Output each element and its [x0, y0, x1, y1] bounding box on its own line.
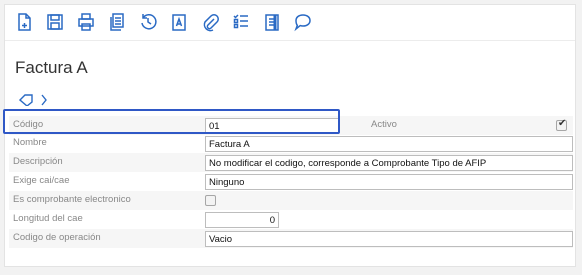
- view-button[interactable]: [261, 11, 283, 33]
- print-icon: [78, 13, 94, 31]
- descripcion-label: Descripción: [13, 156, 63, 167]
- document-view-icon: [265, 14, 279, 31]
- chevron-right-icon[interactable]: [41, 94, 47, 106]
- exige-cai-label: Exige cai/cae: [13, 175, 70, 186]
- nombre-input[interactable]: Factura A: [205, 136, 573, 152]
- longitud-cae-label: Longitud del cae: [13, 213, 83, 224]
- longitud-cae-row: Longitud del cae 0: [9, 210, 573, 229]
- new-document-button[interactable]: [13, 11, 35, 33]
- attach-button[interactable]: [199, 11, 221, 33]
- es-comprobante-label: Es comprobante electronico: [13, 194, 131, 205]
- codigo-input[interactable]: 01: [205, 118, 339, 134]
- history-button[interactable]: [137, 11, 159, 33]
- save-icon: [47, 14, 63, 30]
- tag-icon[interactable]: [19, 94, 33, 106]
- nombre-label: Nombre: [13, 137, 47, 148]
- text-field-icon: [172, 14, 186, 31]
- checklist-icon: [233, 14, 248, 29]
- descripcion-input[interactable]: No modificar el codigo, corresponde a Co…: [205, 155, 573, 171]
- es-comprobante-row: Es comprobante electronico: [9, 191, 573, 210]
- exige-cai-row: Exige cai/cae Ninguno: [9, 172, 573, 191]
- history-icon: [141, 14, 157, 30]
- new-document-icon: [18, 13, 31, 31]
- activo-checkbox[interactable]: [556, 118, 567, 131]
- comment-button[interactable]: [292, 11, 314, 33]
- codigo-label: Código: [13, 119, 44, 130]
- codigo-row: Código 01 Activo: [9, 116, 573, 135]
- tag-row: [19, 93, 47, 107]
- record-panel: Factura A Código 01 Activo Nombre Factur…: [4, 4, 576, 267]
- copy-icon: [110, 13, 124, 31]
- nombre-row: Nombre Factura A: [9, 134, 573, 153]
- codigo-operacion-label: Codigo de operación: [13, 232, 101, 243]
- codigo-operacion-row: Codigo de operación Vacio: [9, 229, 573, 248]
- exige-cai-select[interactable]: Ninguno: [205, 174, 573, 190]
- save-button[interactable]: [44, 11, 66, 33]
- paperclip-icon: [203, 14, 219, 32]
- es-comprobante-checkbox[interactable]: [205, 195, 216, 206]
- checklist-button[interactable]: [230, 11, 252, 33]
- longitud-cae-input[interactable]: 0: [205, 212, 279, 228]
- print-button[interactable]: [75, 11, 97, 33]
- activo-label: Activo: [371, 119, 397, 130]
- comment-icon: [294, 14, 311, 32]
- copy-button[interactable]: [106, 11, 128, 33]
- page-title: Factura A: [15, 58, 88, 77]
- descripcion-row: Descripción No modificar el codigo, corr…: [9, 153, 573, 172]
- text-field-button[interactable]: [168, 11, 190, 33]
- toolbar: [5, 5, 575, 41]
- codigo-operacion-input[interactable]: Vacio: [205, 231, 573, 247]
